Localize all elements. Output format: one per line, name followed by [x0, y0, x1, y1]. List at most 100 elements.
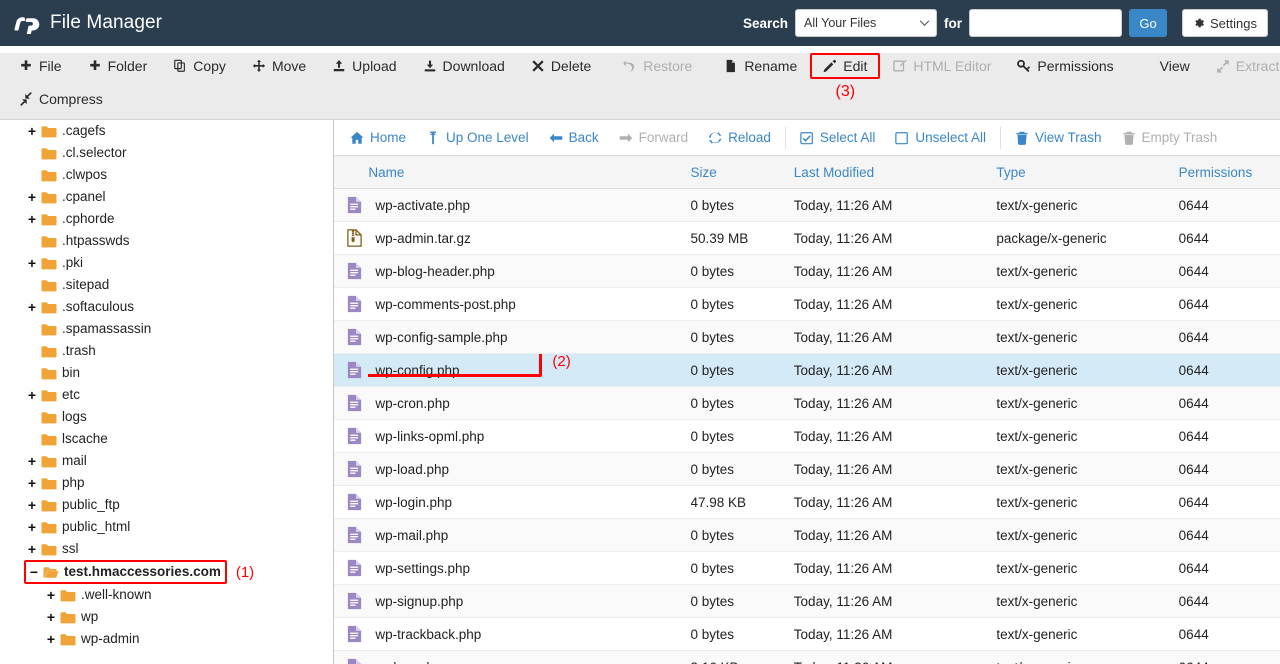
file-name-cell[interactable]: wp-signup.php [368, 584, 691, 618]
search-input[interactable] [969, 9, 1123, 37]
column-header-size[interactable]: Size [690, 156, 794, 189]
tree-node-trash[interactable]: .trash [26, 340, 96, 362]
table-row[interactable]: wp-activate.php 0 bytes Today, 11:26 AM tex… [334, 188, 1280, 222]
tree-node-logs[interactable]: logs [26, 406, 87, 428]
file-name-cell[interactable]: wp-admin.tar.gz [368, 221, 691, 255]
file-name-cell[interactable]: wp-trackback.php [368, 617, 691, 651]
tree-node-well-known[interactable]: + .well-known [45, 584, 152, 606]
tree-expand-toggle[interactable]: + [26, 124, 38, 138]
tree-node-clwpos[interactable]: .clwpos [26, 164, 107, 186]
toolbar-file-button[interactable]: File [6, 53, 75, 79]
table-row[interactable]: wp-links-opml.php 0 bytes Today, 11:26 AM t… [334, 419, 1280, 453]
table-row[interactable]: wp-config.php (2) 0 bytes Today, 11:26 AM te… [334, 353, 1280, 387]
tree-expand-toggle[interactable]: + [45, 632, 57, 646]
toolbar-rename-button[interactable]: Rename [711, 53, 810, 79]
tree-node-test-hmaccessories-com[interactable]: − test.hmaccessories.com [24, 560, 227, 584]
table-row[interactable]: xmlrpc.php 3.16 KBToday, 11:26 AMtext/x-g… [334, 650, 1280, 664]
tree-node-bin[interactable]: bin [26, 362, 80, 384]
tree-node-pki[interactable]: + .pki [26, 252, 83, 274]
file-name-cell[interactable]: xmlrpc.php [368, 650, 691, 664]
tree-node-wp-admin[interactable]: + wp-admin [45, 628, 140, 650]
table-row[interactable]: wp-settings.php 0 bytes Today, 11:26 AM tex… [334, 551, 1280, 585]
tree-node-softaculous[interactable]: + .softaculous [26, 296, 134, 318]
toolbar-permissions-button[interactable]: Permissions [1004, 53, 1126, 79]
tree-expand-toggle[interactable]: + [26, 520, 38, 534]
toolbar-view-button[interactable]: View [1127, 53, 1203, 79]
file-name-cell[interactable]: wp-cron.php [368, 386, 691, 420]
file-table-scroll[interactable]: Name Size Last Modified Type Permissions… [334, 156, 1280, 664]
tree-expand-toggle[interactable]: + [45, 588, 57, 602]
file-name-cell[interactable]: wp-settings.php [368, 551, 691, 585]
filenav-reload-button[interactable]: Reload [698, 126, 781, 149]
tree-node-sitepad[interactable]: .sitepad [26, 274, 109, 296]
filenav-select-all-button[interactable]: Select All [790, 126, 886, 149]
tree-expand-toggle[interactable]: + [26, 212, 38, 226]
tree-expand-toggle[interactable]: + [26, 256, 38, 270]
toolbar-compress-button[interactable]: Compress [6, 86, 116, 112]
tree-node-etc[interactable]: + etc [26, 384, 80, 406]
toolbar-folder-button[interactable]: Folder [75, 53, 161, 79]
table-row[interactable]: wp-comments-post.php 0 bytes Today, 11:26 … [334, 287, 1280, 321]
file-name-cell[interactable]: wp-config-sample.php [368, 320, 691, 354]
table-row[interactable]: wp-login.php 47.98 KB Today, 11:26 AM text/… [334, 485, 1280, 519]
table-row[interactable]: wp-cron.php 0 bytes Today, 11:26 AM text/x-… [334, 386, 1280, 420]
column-header-modified[interactable]: Last Modified [793, 156, 997, 189]
tree-expand-toggle[interactable]: + [26, 498, 38, 512]
toolbar-delete-button[interactable]: Delete [518, 53, 604, 79]
tree-expand-toggle[interactable]: + [26, 190, 38, 204]
tree-node-cphorde[interactable]: + .cphorde [26, 208, 115, 230]
tree-node-cl-selector[interactable]: .cl.selector [26, 142, 127, 164]
table-row[interactable]: wp-admin.tar.gz 50.39 MB Today, 11:26 AM pa… [334, 221, 1280, 255]
column-header-type[interactable]: Type [996, 156, 1179, 189]
filenav-unselect-all-button[interactable]: Unselect All [885, 126, 996, 149]
file-size-cell: 0 bytes [690, 584, 794, 618]
tree-node-spamassassin[interactable]: .spamassassin [26, 318, 151, 340]
table-row[interactable]: wp-signup.php 0 bytes Today, 11:26 AM text/… [334, 584, 1280, 618]
file-name-cell[interactable]: wp-load.php [368, 452, 691, 486]
filenav-up-one-level-button[interactable]: Up One Level [416, 126, 539, 149]
column-header-permissions[interactable]: Permissions [1178, 156, 1280, 189]
filenav-back-button[interactable]: Back [539, 126, 609, 149]
tree-node-php[interactable]: + php [26, 472, 85, 494]
toolbar-copy-button[interactable]: Copy [160, 53, 239, 79]
toolbar-upload-button[interactable]: Upload [319, 53, 409, 79]
tree-node-public-html[interactable]: + public_html [26, 516, 130, 538]
directory-tree-sidebar[interactable]: + .cagefs .cl.selector .clwpos + .cpanel + .c… [0, 120, 333, 664]
tree-node-ssl[interactable]: + ssl [26, 538, 79, 560]
tree-node-cagefs[interactable]: + .cagefs [26, 120, 106, 142]
file-name-cell[interactable]: wp-mail.php [368, 518, 691, 552]
file-name-cell[interactable]: wp-activate.php [368, 188, 691, 222]
tree-expand-toggle[interactable]: + [26, 542, 38, 556]
tree-collapse-toggle[interactable]: − [28, 565, 40, 579]
table-row[interactable]: wp-config-sample.php 0 bytes Today, 11:26 … [334, 320, 1280, 354]
file-name-cell[interactable]: wp-links-opml.php [368, 419, 691, 453]
tree-expand-toggle[interactable]: + [26, 476, 38, 490]
filenav-view-trash-button[interactable]: View Trash [1005, 126, 1112, 149]
file-name-cell[interactable]: wp-blog-header.php [368, 254, 691, 288]
search-scope-select[interactable]: All Your Files [795, 9, 938, 37]
tree-node-mail[interactable]: + mail [26, 450, 87, 472]
tree-expand-toggle[interactable]: + [26, 454, 38, 468]
tree-expand-toggle[interactable]: + [26, 300, 38, 314]
column-header-name[interactable]: Name [368, 156, 691, 189]
tree-expand-toggle[interactable]: + [26, 388, 38, 402]
tree-node-cpanel[interactable]: + .cpanel [26, 186, 106, 208]
file-name-cell[interactable]: wp-comments-post.php [368, 287, 691, 321]
file-name-cell[interactable]: wp-login.php [368, 485, 691, 519]
tree-node-lscache[interactable]: lscache [26, 428, 108, 450]
tree-expand-toggle[interactable]: + [45, 610, 57, 624]
table-row[interactable]: wp-load.php 0 bytes Today, 11:26 AM text/x-… [334, 452, 1280, 486]
toolbar-download-button[interactable]: Download [410, 53, 518, 79]
go-button[interactable]: Go [1129, 9, 1168, 37]
tree-node-wp[interactable]: + wp [45, 606, 98, 628]
toolbar-move-button[interactable]: Move [239, 53, 319, 79]
file-name-cell[interactable]: wp-config.php (2) [368, 353, 691, 387]
tree-node-htpasswds[interactable]: .htpasswds [26, 230, 130, 252]
table-row[interactable]: wp-mail.php 0 bytes Today, 11:26 AM text/x-… [334, 518, 1280, 552]
tree-node-public-ftp[interactable]: + public_ftp [26, 494, 120, 516]
toolbar-edit-button[interactable]: Edit (3) [810, 53, 881, 100]
settings-button[interactable]: Settings [1182, 9, 1268, 37]
table-row[interactable]: wp-trackback.php 0 bytes Today, 11:26 AM te… [334, 617, 1280, 651]
table-row[interactable]: wp-blog-header.php 0 bytes Today, 11:26 AM… [334, 254, 1280, 288]
filenav-home-button[interactable]: Home [340, 126, 416, 149]
